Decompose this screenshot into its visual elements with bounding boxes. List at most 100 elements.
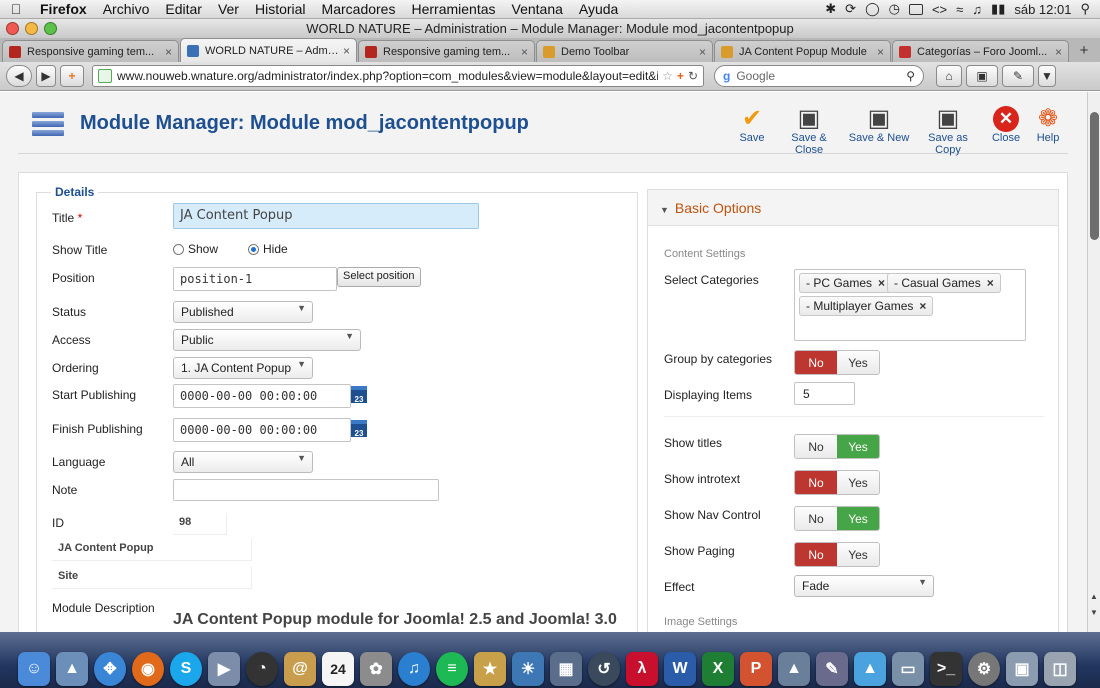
category-chip[interactable]: - Casual Games × (887, 273, 1001, 293)
apple-icon[interactable]:  (0, 1, 32, 17)
acrobat-icon[interactable]: λ (626, 652, 658, 686)
downloads-icon[interactable]: ▼ (1038, 65, 1056, 87)
finish-calendar-icon[interactable]: 23 (351, 420, 367, 438)
system-preferences-icon[interactable]: ⚙ (968, 652, 1000, 686)
browser-tab-active[interactable]: WORLD NATURE – Admi... × (180, 38, 357, 62)
title-input[interactable]: JA Content Popup (173, 203, 479, 229)
browser-tab[interactable]: JA Content Popup Module × (714, 40, 891, 62)
finder-icon[interactable]: ☺ (18, 652, 50, 686)
forward-icon[interactable]: ▶ (36, 65, 56, 87)
start-publishing-input[interactable]: 0000-00-00 00:00:00 (173, 384, 351, 408)
bookmark-star-icon[interactable]: ☆ (662, 69, 673, 83)
close-tab-icon[interactable]: × (877, 45, 884, 59)
position-input[interactable]: position-1 (173, 267, 337, 291)
display-icon[interactable] (908, 3, 923, 15)
addon-plus-icon[interactable]: + (60, 65, 84, 87)
browser-tab[interactable]: Categorías – Foro Jooml... × (892, 40, 1069, 62)
menu-app[interactable]: Firefox (32, 1, 95, 17)
time-machine-icon[interactable]: ↺ (588, 652, 620, 686)
remove-chip-icon[interactable]: × (987, 276, 994, 290)
bluetooth-icon[interactable]: ✱ (825, 1, 836, 17)
show-introtext-toggle[interactable]: No Yes (794, 470, 880, 495)
scrollbar-thumb[interactable] (1090, 112, 1099, 240)
language-select[interactable]: All ▼ (173, 451, 313, 473)
time-machine-icon[interactable]: ◷ (889, 1, 900, 17)
no-option[interactable]: No (795, 471, 837, 494)
folder-icon[interactable]: ▭ (892, 652, 924, 686)
word-icon[interactable]: W (664, 652, 696, 686)
page-scrollbar[interactable]: ▲ ▼ (1087, 92, 1100, 632)
clock-text[interactable]: sáb 12:01 (1014, 2, 1071, 17)
close-tab-icon[interactable]: × (1055, 45, 1062, 59)
note-input[interactable] (173, 479, 439, 501)
select-position-button[interactable]: Select position (337, 267, 421, 287)
photos-icon[interactable]: ✿ (360, 652, 392, 686)
menu-herramientas[interactable]: Herramientas (403, 1, 503, 17)
group-by-categories-toggle[interactable]: No Yes (794, 350, 880, 375)
no-option[interactable]: No (795, 351, 837, 374)
screenshot-tool-icon[interactable]: ▣ (966, 65, 998, 87)
radio-hide-icon[interactable] (248, 244, 259, 256)
save-copy-button[interactable]: ▣ Save as Copy (915, 106, 981, 157)
yes-option[interactable]: Yes (837, 507, 879, 530)
facetime-icon[interactable]: ▶ (208, 652, 240, 686)
remove-chip-icon[interactable]: × (919, 299, 926, 313)
keynote-icon[interactable]: ▲ (778, 652, 810, 686)
calendar-icon[interactable]: 24 (322, 652, 354, 686)
menu-marcadores[interactable]: Marcadores (314, 1, 404, 17)
google-icon[interactable]: g (723, 69, 730, 83)
screenshot-icon[interactable]: ▣ (1006, 652, 1038, 686)
no-option[interactable]: No (795, 543, 837, 566)
safari-icon[interactable]: ✥ (94, 652, 126, 686)
close-tab-icon[interactable]: × (165, 45, 172, 59)
chat-icon[interactable]: ◯ (865, 1, 880, 17)
menu-historial[interactable]: Historial (247, 1, 314, 17)
terminal-icon[interactable]: >_ (930, 652, 962, 686)
iphoto-icon[interactable]: ☀ (512, 652, 544, 686)
url-bar[interactable]: www.nouweb.wnature.org/administrator/ind… (92, 65, 704, 87)
close-tab-icon[interactable]: × (343, 44, 350, 58)
powerpoint-icon[interactable]: P (740, 652, 772, 686)
no-option[interactable]: No (795, 435, 837, 458)
firefox-icon[interactable]: ◉ (132, 652, 164, 686)
search-placeholder[interactable]: Google (736, 69, 906, 83)
sync-icon[interactable]: ⟳ (845, 1, 856, 17)
reload-icon[interactable]: ↻ (688, 69, 698, 83)
access-select[interactable]: Public ▼ (173, 329, 361, 351)
menu-ver[interactable]: Ver (210, 1, 247, 17)
menu-ventana[interactable]: Ventana (504, 1, 571, 17)
show-radio[interactable]: Show (173, 242, 218, 256)
category-chip[interactable]: - Multiplayer Games × (799, 296, 934, 316)
effect-select[interactable]: Fade ▼ (794, 575, 934, 597)
back-icon[interactable]: ◀ (6, 65, 32, 87)
yes-option[interactable]: Yes (837, 435, 879, 458)
new-tab-icon[interactable]: + (1074, 40, 1094, 62)
battery-icon[interactable]: ▮▮ (991, 1, 1005, 17)
basic-options-header[interactable]: ▼ Basic Options (648, 190, 1058, 226)
displaying-items-input[interactable]: 5 (794, 382, 855, 405)
help-button[interactable]: ❁ Help (1030, 106, 1066, 145)
menu-editar[interactable]: Editar (157, 1, 210, 17)
extension-icon[interactable]: ✎ (1002, 65, 1034, 87)
radio-show-icon[interactable] (173, 244, 184, 256)
ordering-select[interactable]: 1. JA Content Popup ▼ (173, 357, 313, 379)
pen-icon[interactable]: ✎ (816, 652, 848, 686)
status-select[interactable]: Published ▼ (173, 301, 313, 323)
itunes-icon[interactable]: ♫ (398, 652, 430, 686)
show-nav-control-toggle[interactable]: No Yes (794, 506, 880, 531)
spotify-icon[interactable]: ≡ (436, 652, 468, 686)
finish-publishing-input[interactable]: 0000-00-00 00:00:00 (173, 418, 351, 442)
menu-archivo[interactable]: Archivo (95, 1, 158, 17)
close-tab-icon[interactable]: × (699, 45, 706, 59)
excel-icon[interactable]: X (702, 652, 734, 686)
addon-icon[interactable]: + (677, 69, 684, 83)
hide-radio[interactable]: Hide (248, 242, 288, 256)
clock-icon[interactable]: ★ (474, 652, 506, 686)
save-new-button[interactable]: ▣ Save & New (848, 106, 910, 145)
show-paging-toggle[interactable]: No Yes (794, 542, 880, 567)
remove-chip-icon[interactable]: × (878, 276, 885, 290)
close-tab-icon[interactable]: × (521, 45, 528, 59)
wifi-icon[interactable]: ≈ (956, 2, 963, 17)
no-option[interactable]: No (795, 507, 837, 530)
browser-tab[interactable]: Demo Toolbar × (536, 40, 713, 62)
